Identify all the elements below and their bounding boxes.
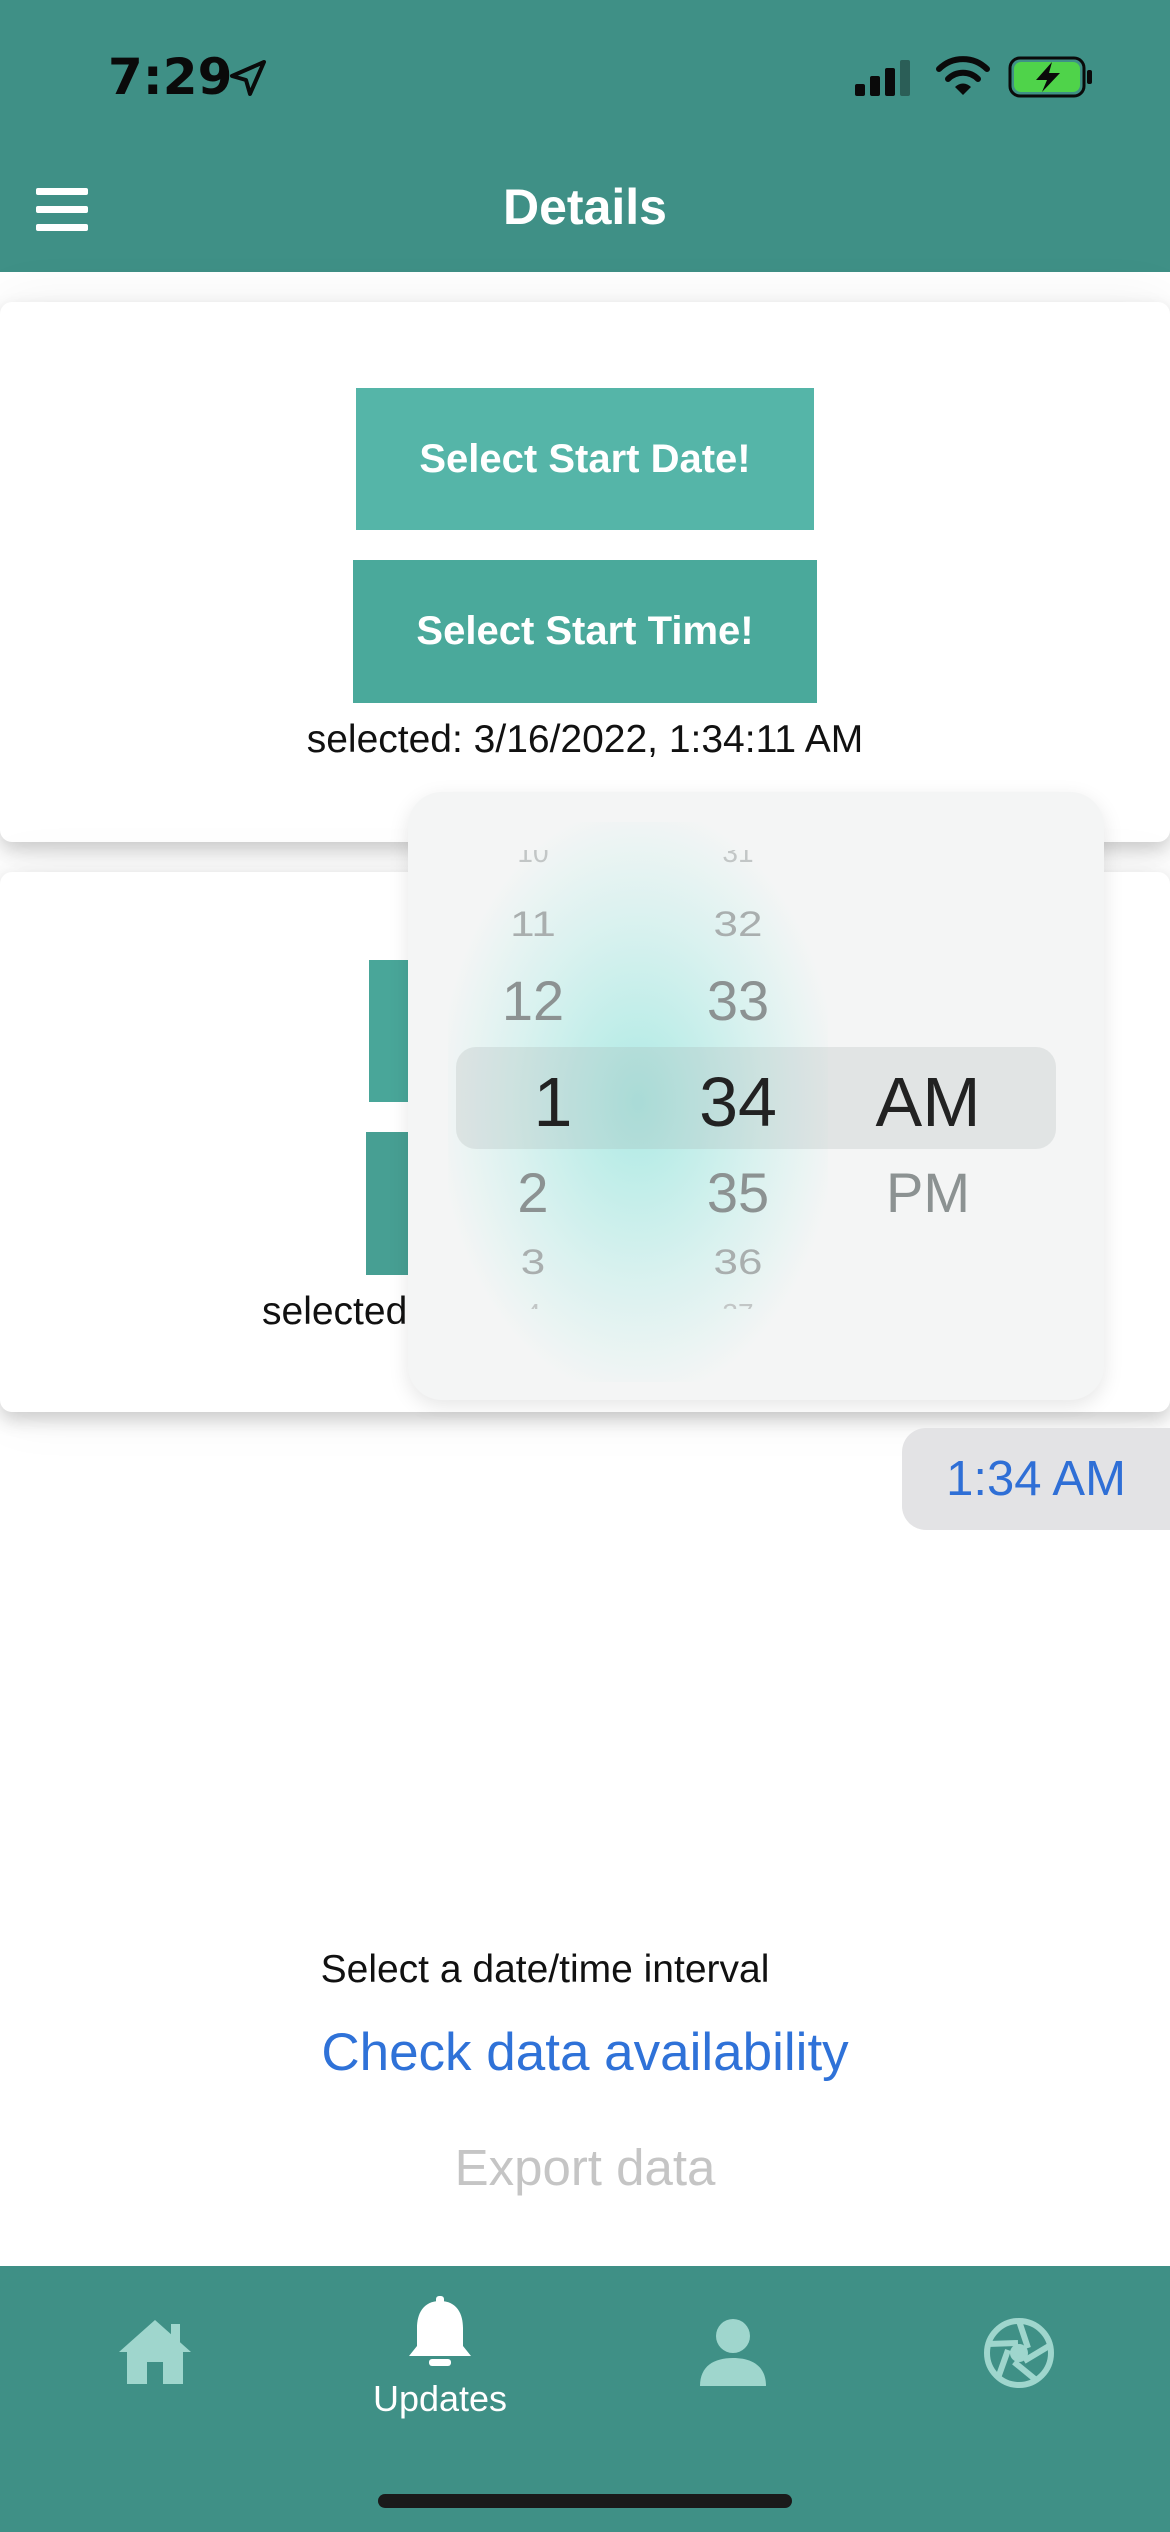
header-bar: Details [0, 148, 1170, 272]
picker-hour-selected[interactable]: 1 [463, 1062, 643, 1142]
time-picker[interactable]: 10 11 12 1 2 3 4 31 32 33 34 35 36 37 AM… [408, 792, 1104, 1400]
picker-minute-selected[interactable]: 34 [648, 1062, 828, 1142]
location-arrow-icon [230, 60, 266, 96]
start-selected-text: selected: 3/16/2022, 1:34:11 AM [306, 718, 864, 761]
check-data-availability-link[interactable]: Check data availability [0, 2022, 1170, 2083]
home-indicator [378, 2494, 792, 2508]
aperture-icon [984, 2318, 1054, 2388]
picker-hour-option[interactable]: 11 [443, 905, 623, 945]
battery-charging-icon [1008, 56, 1092, 98]
picker-minute-option[interactable]: 32 [648, 905, 828, 945]
tab-bar: Updates [0, 2266, 1170, 2532]
tab-updates[interactable]: Updates [340, 2266, 540, 2446]
picker-minute-option[interactable]: 37 [648, 1297, 828, 1309]
picker-hour-option[interactable]: 3 [443, 1243, 623, 1283]
tab-settings[interactable] [970, 2266, 1070, 2446]
bell-icon [409, 2296, 471, 2366]
picker-hour-option[interactable]: 2 [443, 1160, 623, 1225]
tab-updates-label: Updates [372, 2378, 508, 2419]
picker-hour-option[interactable]: 4 [443, 1297, 623, 1309]
home-icon [119, 2320, 191, 2384]
picker-hour-option[interactable]: 10 [443, 850, 623, 864]
tab-profile[interactable] [690, 2266, 790, 2446]
picker-minute-option[interactable]: 31 [648, 850, 828, 864]
status-bar: 7:29 [0, 0, 1170, 148]
picker-hour-option[interactable]: 12 [443, 968, 623, 1033]
selected-time-chip[interactable]: 1:34 AM [902, 1428, 1170, 1530]
picker-minute-option[interactable]: 35 [648, 1160, 828, 1225]
select-start-time-button[interactable]: Select Start Time! [353, 560, 817, 703]
export-data-link: Export data [454, 2139, 716, 2196]
user-icon [700, 2319, 766, 2386]
select-start-date-button[interactable]: Select Start Date! [356, 388, 814, 530]
end-selected-text: selected [262, 1290, 408, 1333]
page-title: Details [503, 179, 667, 235]
cellular-signal-icon [855, 60, 910, 96]
interval-instruction: Select a date/time interval [320, 1948, 770, 1991]
picker-minute-option[interactable]: 33 [648, 968, 828, 1033]
tab-home[interactable] [100, 2266, 210, 2446]
status-time: 7:29 [108, 48, 233, 106]
picker-period-selected[interactable]: AM [828, 1062, 1028, 1142]
wifi-icon [936, 56, 990, 95]
picker-period-option[interactable]: PM [828, 1160, 1028, 1225]
picker-minute-option[interactable]: 36 [648, 1243, 828, 1283]
